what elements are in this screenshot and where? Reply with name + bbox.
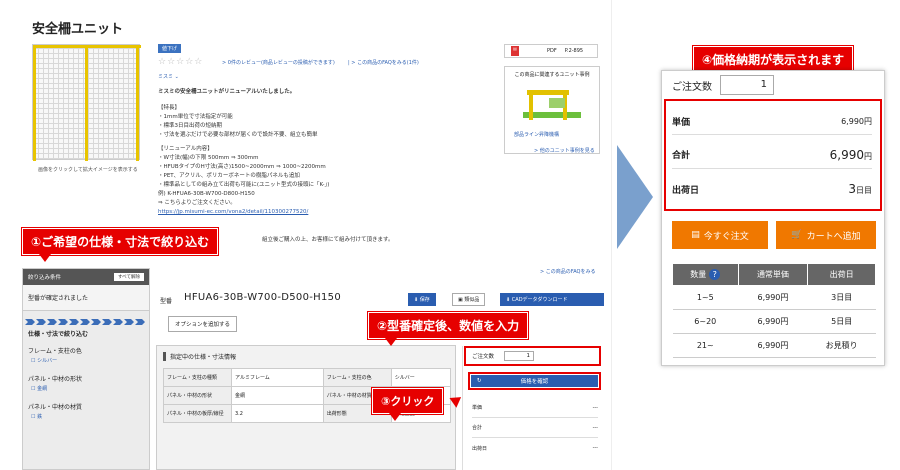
filter-status: 型番が確定されました <box>23 285 149 311</box>
faq-link-2[interactable]: > この商品のFAQをみる <box>540 268 595 275</box>
volume-price-table: 数量? 通常単価 出荷日 1~5 6,990円 3日目 6~20 6,990円 5日目 … <box>672 263 876 358</box>
assembly-note: 組立後ご購入の上、お客様にて組み付けて頂きます。 <box>262 237 394 243</box>
renewal-list: ・W寸法(幅)の下限 500mm ⇒ 300mm ・HFUBタイプのH寸法(高さ)… <box>158 155 330 206</box>
cad-download-button[interactable]: ⬇ CADデータダウンロード <box>500 293 604 306</box>
check-price-button[interactable]: ↻ 価格を確認 <box>471 375 598 387</box>
order-now-button[interactable]: ▤ 今すぐ注文 <box>672 221 768 249</box>
callout-2: ②型番確定後、数値を入力 <box>368 312 529 346</box>
features-title: 【特長】 <box>158 105 181 111</box>
filter-group-label: パネル・中材の材質 <box>28 404 83 411</box>
renewal-title: 【リニューアル内容】 <box>158 146 213 152</box>
table-row: フレーム・支柱の種類 アルミフレーム フレーム・支柱の色 シルバー <box>163 368 452 387</box>
help-icon[interactable]: ? <box>709 269 721 280</box>
filter-header: 絞り込み条件 すべて解除 <box>23 269 149 285</box>
brand-link[interactable]: ミスミ ⌄ <box>158 73 179 80</box>
filter-sidebar: 絞り込み条件 すべて解除 型番が確定されました 仕様・寸法で絞り込む フレーム・… <box>22 268 150 470</box>
save-button[interactable]: ⬇ 保存 <box>408 293 436 306</box>
refresh-icon: ↻ <box>477 378 482 384</box>
callout-4: ④価格納期が表示されます <box>693 46 854 80</box>
detail-url[interactable]: https://jp.misumi-ec.com/vona2/detail/11… <box>158 208 308 217</box>
transition-arrow <box>617 145 653 249</box>
page-title: 安全柵ユニット <box>32 22 124 37</box>
progress-chevrons <box>25 319 145 325</box>
total-row: 合計 6,990円 <box>672 141 872 169</box>
table-header-row: 数量? 通常単価 出荷日 <box>672 263 876 286</box>
rating-stars: ☆☆☆☆☆ <box>158 57 204 67</box>
callout-1: ①ご希望の仕様・寸法で絞り込む <box>22 228 219 262</box>
similar-button[interactable]: ▣ 類似品 <box>452 293 486 306</box>
col-qty: 数量? <box>672 263 739 286</box>
price-result-box: 単価 6,990円 合計 6,990円 出荷日 3日目 <box>664 99 882 211</box>
ship-row: 出荷日 3日目 <box>672 182 872 196</box>
cart-icon: 🛒 <box>791 230 803 240</box>
add-option-button[interactable]: オプションを追加する <box>168 316 238 332</box>
order-summary: 単価 --- 合計 --- 出荷日 --- <box>472 398 598 458</box>
unit-price-row: 単価 6,990円 <box>672 109 872 135</box>
callout-3: ③クリック <box>372 388 444 421</box>
product-photo[interactable] <box>32 44 141 161</box>
model-label: 型番 <box>160 298 173 305</box>
table-row: 6~20 6,990円 5日目 <box>672 309 876 334</box>
filter-group-label: パネル・中材の形状 <box>28 376 83 383</box>
col-price: 通常単価 <box>737 263 809 286</box>
review-link[interactable]: > 0件のレビュー(商品レビューの投稿ができます) <box>222 59 335 66</box>
pdf-icon: ▤ <box>511 46 519 56</box>
table-row: 1~5 6,990円 3日目 <box>672 285 876 310</box>
narrow-title: 仕様・寸法で絞り込む <box>28 331 89 338</box>
filter-group-label: フレーム・支柱の色 <box>28 348 82 355</box>
col-ship: 出荷日 <box>807 263 876 286</box>
unit-case-image[interactable] <box>519 84 585 128</box>
order-icon: ▤ <box>691 230 700 240</box>
check-price-frame: ↻ 価格を確認 <box>468 372 601 390</box>
case-title: この商品に関連するユニット事例 <box>514 72 590 78</box>
panel-qty-row: ご注文数 1 <box>672 75 774 95</box>
features-list: ・1mm単位で寸法指定が可能 ・標準3日目出荷の短納期 ・寸法を選ぶだけで必要な部材… <box>158 114 318 138</box>
lead-text: ミスミの安全柵ユニットがリニューアルいたしました。 <box>158 89 296 95</box>
faq-link[interactable]: | > この商品のFAQをみる(1件) <box>348 59 419 66</box>
filter-option[interactable]: ☐ 金網 <box>23 383 149 394</box>
table-row: 21~ 6,990円 お見積り <box>672 333 876 358</box>
order-qty-input[interactable]: 1 <box>504 351 535 361</box>
filter-option[interactable]: ☐ 鉄 <box>23 411 149 422</box>
order-qty-row: ご注文数 1 <box>464 346 601 366</box>
photo-caption: 画像をクリックして拡大イメージを表示する <box>38 167 138 173</box>
catalog-pdf[interactable]: ▤ PDF P.2-895 <box>504 44 598 58</box>
filter-option[interactable]: ☐ シルバー <box>23 355 149 366</box>
other-cases-link[interactable]: > 他のユニット事例を見る <box>534 147 595 154</box>
add-to-cart-button[interactable]: 🛒 カートへ追加 <box>776 221 876 249</box>
clear-all-button[interactable]: すべて解除 <box>113 273 144 281</box>
case-caption[interactable]: 部品ライン昇降機構 <box>514 131 559 138</box>
discount-tag: 値下げ <box>158 44 182 53</box>
spec-title: 指定中の仕様・寸法情報 <box>163 352 236 361</box>
panel-qty-input[interactable]: 1 <box>720 75 774 95</box>
price-panel: ご注文数 1 単価 6,990円 合計 6,990円 出荷日 3日目 ▤ 今すぐ注… <box>661 70 885 366</box>
model-number: HFUA6-30B-W700-D500-H150 <box>184 292 341 303</box>
